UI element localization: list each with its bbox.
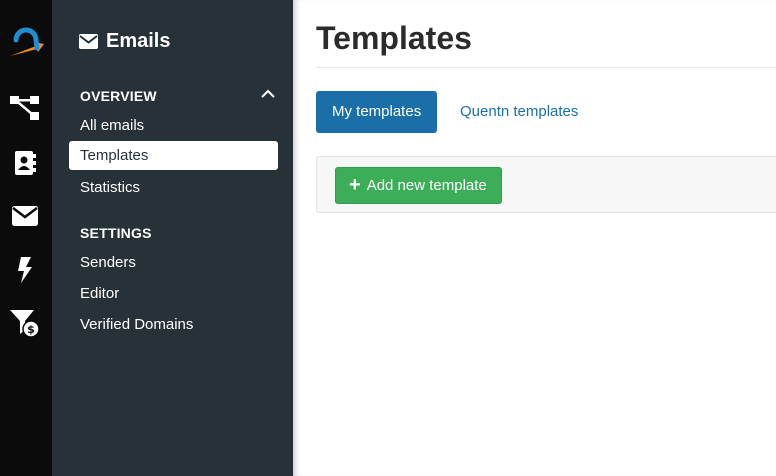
- tab-quentn-templates[interactable]: Quentn templates: [444, 91, 594, 133]
- title-divider: [316, 67, 776, 68]
- chevron-up-icon[interactable]: [260, 87, 276, 101]
- quentn-logo-icon[interactable]: [6, 22, 46, 62]
- workflow-icon[interactable]: [10, 93, 40, 123]
- page-title: Templates: [316, 20, 472, 56]
- sidebar-title: Emails: [79, 30, 170, 53]
- sidebar-item-templates[interactable]: Templates: [69, 141, 278, 170]
- section-overview[interactable]: OVERVIEW: [80, 88, 157, 104]
- envelope-icon: [79, 34, 98, 49]
- sidebar-item-statistics[interactable]: Statistics: [80, 179, 140, 196]
- sidebar-item-all-emails[interactable]: All emails: [80, 117, 144, 134]
- sidebar-item-senders[interactable]: Senders: [80, 254, 136, 271]
- add-new-template-label: Add new template: [366, 177, 487, 194]
- sidebar-item-verified-domains[interactable]: Verified Domains: [80, 316, 193, 333]
- svg-text:$: $: [27, 323, 35, 336]
- add-new-template-button[interactable]: + Add new template: [335, 167, 502, 204]
- sidebar-title-label: Emails: [106, 30, 171, 52]
- tab-my-templates[interactable]: My templates: [316, 91, 438, 133]
- icon-rail: $: [0, 0, 52, 476]
- plus-icon: +: [349, 173, 361, 196]
- section-settings: SETTINGS: [80, 225, 152, 241]
- toolbar-panel: + Add new template: [316, 156, 776, 213]
- lightning-icon[interactable]: [10, 255, 40, 285]
- contacts-icon[interactable]: [10, 148, 40, 178]
- email-icon[interactable]: [10, 201, 40, 231]
- sidebar-item-editor[interactable]: Editor: [80, 285, 119, 302]
- funnel-dollar-icon[interactable]: $: [10, 309, 40, 339]
- main-content: Templates My templates Quentn templates …: [293, 0, 776, 476]
- sidebar: Emails OVERVIEW All emails Templates Sta…: [52, 0, 293, 476]
